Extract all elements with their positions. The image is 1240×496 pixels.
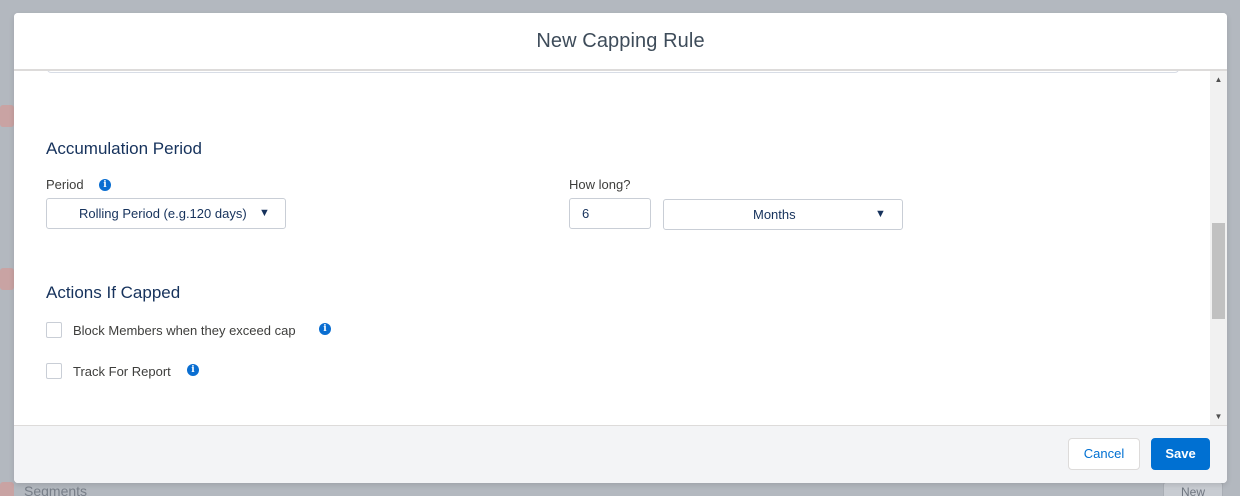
- triangle-down-icon: ▼: [259, 207, 270, 219]
- scroll-down-arrow-icon[interactable]: ▼: [1210, 408, 1227, 425]
- period-select-value: Rolling Period (e.g.120 days): [79, 206, 247, 221]
- modal-body[interactable]: Accumulation Period Period i Rolling Per…: [14, 71, 1210, 425]
- block-members-label[interactable]: Block Members when they exceed cap: [73, 323, 296, 338]
- cancel-button[interactable]: Cancel: [1068, 438, 1140, 470]
- background-new-button: New: [1163, 482, 1223, 496]
- how-long-input[interactable]: 6: [569, 198, 651, 229]
- how-long-label: How long?: [569, 177, 631, 192]
- scrollbar-thumb[interactable]: [1212, 223, 1225, 319]
- accumulation-period-heading: Accumulation Period: [46, 139, 202, 158]
- modal-footer: Cancel Save: [14, 425, 1227, 483]
- track-for-report-info-icon[interactable]: i: [187, 364, 199, 376]
- modal-header: New Capping Rule: [14, 13, 1227, 71]
- background-record-icon: [0, 482, 14, 496]
- save-button[interactable]: Save: [1151, 438, 1210, 470]
- period-label: Period: [46, 177, 84, 192]
- block-members-checkbox[interactable]: [46, 322, 62, 338]
- block-members-option[interactable]: Block Members when they exceed cap: [46, 322, 296, 338]
- background-record-icon: [0, 268, 14, 290]
- modal-scrollbar[interactable]: ▲ ▼: [1210, 71, 1227, 425]
- track-for-report-label[interactable]: Track For Report: [73, 364, 171, 379]
- background-segments-label: Segments: [24, 483, 88, 496]
- period-unit-value: Months: [753, 207, 796, 222]
- scroll-up-arrow-icon[interactable]: ▲: [1210, 71, 1227, 88]
- period-unit-select[interactable]: Months ▼: [663, 199, 903, 230]
- track-for-report-checkbox[interactable]: [46, 363, 62, 379]
- previous-field-edge: [47, 71, 1179, 73]
- triangle-down-icon: ▼: [875, 208, 886, 220]
- period-info-icon[interactable]: i: [99, 179, 111, 191]
- actions-if-capped-heading: Actions If Capped: [46, 283, 181, 302]
- background-record-icon: [0, 105, 14, 127]
- capping-rule-modal: New Capping Rule Accumulation Period Per…: [14, 13, 1227, 483]
- track-for-report-option[interactable]: Track For Report: [46, 363, 171, 379]
- modal-title: New Capping Rule: [536, 29, 705, 52]
- period-select[interactable]: Rolling Period (e.g.120 days) ▼: [46, 198, 286, 229]
- block-members-info-icon[interactable]: i: [319, 323, 331, 335]
